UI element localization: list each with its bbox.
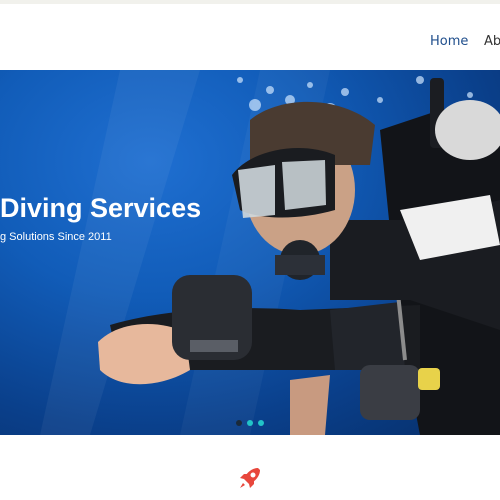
nav-link-home[interactable]: Home (430, 34, 468, 49)
hero-carousel: Diving Services g Solutions Since 2011 (0, 70, 500, 435)
carousel-dot-3[interactable] (258, 420, 264, 426)
rocket-icon (240, 468, 260, 488)
carousel-dot-2[interactable] (247, 420, 253, 426)
main-nav: Home Ab (0, 34, 500, 54)
hero-title: Diving Services (0, 193, 202, 224)
diver-image (40, 70, 500, 435)
nav-link-about[interactable]: Ab (484, 34, 500, 49)
site-header: Home Ab (0, 4, 500, 70)
carousel-dot-1[interactable] (236, 420, 242, 426)
hero-subtitle: g Solutions Since 2011 (0, 231, 112, 243)
